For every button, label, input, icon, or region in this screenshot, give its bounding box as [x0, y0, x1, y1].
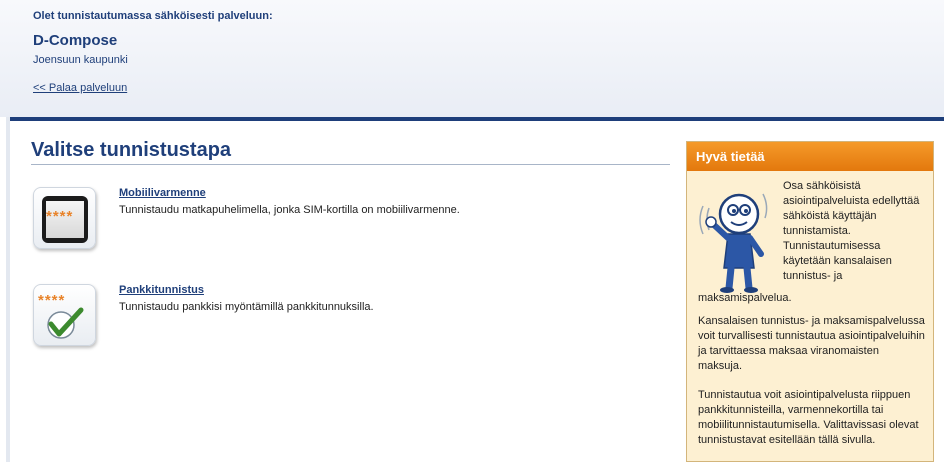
- sidebar-paragraph-2: Kansalaisen tunnistus- ja maksamispalvel…: [698, 315, 925, 372]
- method-bank-identification: **** Pankkitunnistus Tunnistaudu pankkis…: [33, 284, 663, 354]
- title-divider: [31, 164, 670, 165]
- mobile-certificate-link[interactable]: Mobiilivarmenne: [119, 187, 206, 199]
- bank-identification-description: Tunnistaudu pankkisi myöntämillä pankkit…: [119, 301, 374, 313]
- sidebar-title: Hyvä tietää: [687, 142, 933, 171]
- sidebar-paragraph-3: Tunnistautua voit asiointipalvelusta rii…: [698, 389, 919, 446]
- back-to-service-link[interactable]: << Palaa palveluun: [33, 82, 127, 94]
- header-divider: [10, 117, 944, 121]
- mobile-stars-text: ****: [46, 208, 74, 225]
- page-header: Olet tunnistautumassa sähköisesti palvel…: [0, 0, 944, 117]
- mobile-certificate-tile[interactable]: ****: [33, 187, 96, 249]
- auth-intro-text: Olet tunnistautumassa sähköisesti palvel…: [33, 10, 273, 22]
- bank-identification-tile[interactable]: ****: [33, 284, 96, 346]
- waving-mascot-icon: [699, 193, 768, 293]
- bank-checkmark-icon: [47, 307, 84, 339]
- organization-name: Joensuun kaupunki: [33, 54, 128, 66]
- sidebar-paragraph-1: Osa sähköisistä asiointipalveluista edel…: [783, 180, 920, 282]
- mobile-phone-icon: ****: [42, 196, 88, 243]
- service-name: D-Compose: [33, 32, 118, 49]
- method-mobile-certificate: **** Mobiilivarmenne Tunnistaudu matkapu…: [33, 187, 663, 257]
- sidebar-paragraph-1-end: maksamispalvelua.: [698, 292, 792, 304]
- mobile-certificate-description: Tunnistaudu matkapuhelimella, jonka SIM-…: [119, 204, 460, 216]
- good-to-know-sidebar: Hyvä tietää Osa sähköisistä asiointipalv…: [686, 141, 934, 462]
- bank-identification-link[interactable]: Pankkitunnistus: [119, 284, 204, 296]
- page-title: Valitse tunnistustapa: [31, 139, 232, 161]
